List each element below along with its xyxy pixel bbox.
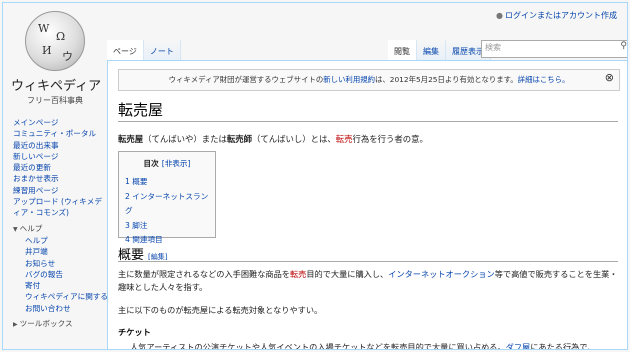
article-content: ウィキメディア財団が運営するウェブサイトの新しい利用規約は、2012年5月25日… [107,60,627,350]
puzzle-globe-icon: W Ω И ウ [25,11,85,71]
sidebar-item-new-pages[interactable]: 新しいページ [13,151,108,162]
page-title: 転売屋 [118,101,164,119]
toc-toggle[interactable]: [非表示] [162,159,191,168]
view-tabs: 閲覧 編集 履歴表示 [388,40,491,60]
toc-item[interactable]: 1 概要 [125,175,215,190]
lead-text-1: （てんばいや）または [143,134,227,144]
sidebar-item-village-pump[interactable]: 井戸端 [25,246,108,257]
tab-page[interactable]: ページ [107,40,144,60]
tab-read[interactable]: 閲覧 [388,40,417,60]
lead-term-1: 転売屋 [118,134,144,144]
lead-text-2: （てんばいし）とは、 [252,134,336,144]
sidebar: メインページ コミュニティ・ポータル 最近の出来事 新しいページ 最近の更新 お… [13,117,108,330]
tenbai-link[interactable]: 転売 [336,134,353,144]
lead-term-2: 転売師 [226,134,252,144]
paragraph-3: 人気アーティストの公演チケットや人気イベントの入場チケットなどを転売目的で大量に… [130,341,596,350]
notice-text: ウィキメディア財団が運営するウェブサイトの [168,75,324,84]
logo-title: ウィキペディア [11,79,102,94]
sidebar-item-bug-report[interactable]: バグの報告 [25,269,108,280]
sidebar-item-recent-changes[interactable]: 最近の更新 [13,162,108,173]
user-icon: ● [496,11,503,20]
paragraph: 主に数量が限定されるなどの入手困難な商品を転売目的で大量に購入し、インターネット… [118,268,618,294]
help-list: ヘルプ 井戸端 お知らせ バグの報告 寄付 ウィキペディアに関するお問い合わせ [13,235,108,314]
toc-item[interactable]: 2 インターネットスラング [125,190,215,219]
p1-text-b: 目的で大量に購入し、 [306,269,389,279]
search-placeholder: 検索 [485,43,501,52]
sidebar-item-current-events[interactable]: 最近の出来事 [13,140,108,151]
triangle-down-icon: ▼ [13,225,18,233]
login-link[interactable]: ログインまたはアカウント作成 [505,11,617,20]
sidebar-item-contact[interactable]: ウィキペディアに関するお問い合わせ [25,291,108,314]
internet-auction-link[interactable]: インターネットオークション [388,269,494,279]
dafuya-link[interactable]: ダフ屋 [506,342,531,349]
toolbox-heading-label: ツールボックス [19,319,73,329]
toc-title-label: 目次 [143,159,159,168]
personal-tools: ● ログインまたはアカウント作成 [496,10,617,21]
help-heading-label: ヘルプ [19,223,43,233]
sidebar-item-announcements[interactable]: お知らせ [25,258,108,269]
toc-title: 目次 [非表示] [119,158,215,169]
sidebar-item-community-portal[interactable]: コミュニティ・ポータル [13,128,108,139]
tenbai-link-2[interactable]: 転売 [290,269,306,279]
browser-page: W Ω И ウ ウィキペディア フリー百科事典 ● ログインまたはアカウント作成 … [2,2,628,350]
sidebar-item-donate[interactable]: 寄付 [25,280,108,291]
sidebar-item-main-page[interactable]: メインページ [13,117,108,128]
terms-link[interactable]: 新しい利用規約 [323,75,375,84]
tab-edit[interactable]: 編集 [417,40,446,60]
sidebar-item-sandbox[interactable]: 練習用ページ [13,185,108,196]
notice-text-2: は、2012年5月25日より有効となります。 [375,75,518,84]
edit-section-link[interactable]: [編集] [148,253,167,261]
toolbox-heading[interactable]: ▶ ツールボックス [13,318,108,330]
site-notice: ウィキメディア財団が運営するウェブサイトの新しい利用規約は、2012年5月25日… [118,69,620,91]
sidebar-item-help[interactable]: ヘルプ [25,235,108,246]
close-icon[interactable]: ⊗ [605,68,614,88]
search-icon[interactable]: ⚲ [620,41,627,51]
logo-subtitle: フリー百科事典 [27,96,83,105]
p1-text-a: 主に数量が限定されるなどの入手困難な商品を [118,269,290,279]
sidebar-item-random[interactable]: おまかせ表示 [13,173,108,184]
p3-text-b: にあたる行為で、 [530,342,596,350]
subheading-ticket: チケット [118,327,151,337]
sidebar-item-upload[interactable]: アップロード (ウィキメディア・コモンズ) [13,196,108,219]
tab-talk[interactable]: ノート [143,40,181,60]
search-input[interactable]: 検索 ⚲ [481,40,627,58]
lead-text-3: 行為を行う者の意。 [352,134,428,144]
triangle-right-icon: ▶ [13,321,18,329]
namespace-tabs: ページ ノート [107,40,181,60]
toc-item[interactable]: 3 脚注 [125,219,215,234]
title-divider [118,121,618,122]
paragraph-2: 主に以下のものが転売屋による転売対象となりやすい。 [118,305,323,315]
help-portal-heading[interactable]: ▼ ヘルプ [13,223,108,235]
details-link[interactable]: 詳細はこちら。 [518,75,570,84]
wikipedia-logo[interactable]: W Ω И ウ ウィキペディア フリー百科事典 [11,11,102,111]
p3-text-a: 人気アーティストの公演チケットや人気イベントの入場チケットなどを転売目的で大量に… [130,342,506,350]
toc-list: 1 概要 2 インターネットスラング 3 脚注 4 関連項目 [125,175,215,248]
table-of-contents: 目次 [非表示] 1 概要 2 インターネットスラング 3 脚注 4 関連項目 [118,151,216,244]
lead-paragraph: 転売屋（てんばいや）または転売師（てんばいし）とは、転売行為を行う者の意。 [118,133,428,145]
section-divider [118,261,618,262]
